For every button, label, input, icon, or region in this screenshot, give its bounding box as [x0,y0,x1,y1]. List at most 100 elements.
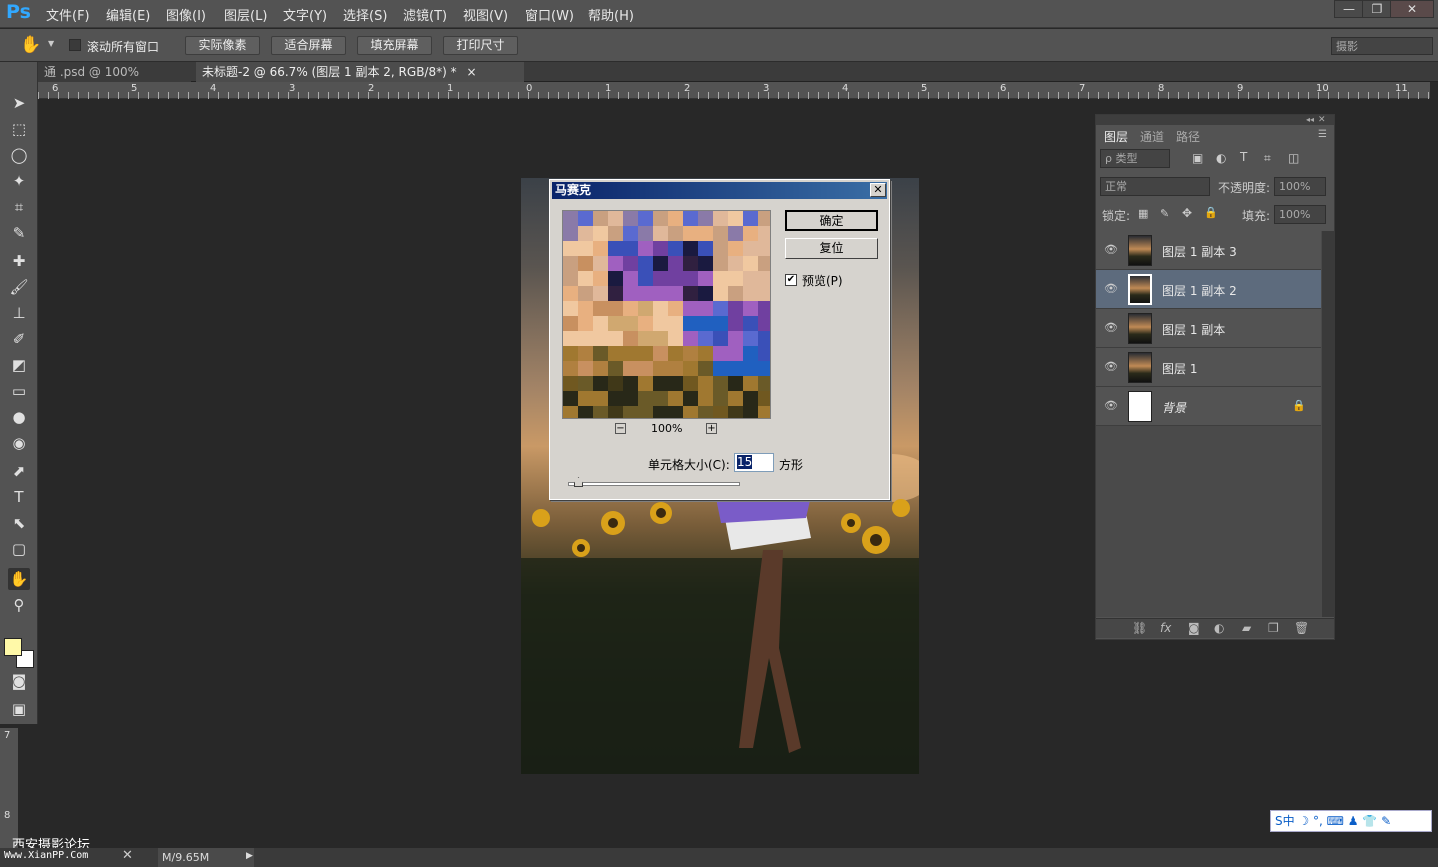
lock-transparent-icon[interactable]: ▦ [1138,207,1148,220]
panel-collapse-icon[interactable]: ◂◂ [1096,115,1334,125]
minimize-button[interactable]: — [1334,0,1364,18]
eye-icon[interactable]: 👁 [1104,243,1118,257]
actual-pixels-button[interactable]: 实际像素 [185,36,260,55]
type-tool-icon[interactable]: T [8,486,30,508]
blend-mode-select[interactable]: 正常 [1100,177,1210,196]
fill-input[interactable]: 100% [1274,205,1326,224]
layer-filter-select[interactable]: ρ 类型 [1100,149,1170,168]
tab-close-icon[interactable]: × [466,65,476,79]
new-layer-icon[interactable]: ❐ [1268,621,1279,635]
opacity-input[interactable]: 100% [1274,177,1326,196]
lasso-tool-icon[interactable]: ◯ [8,144,30,166]
fill-screen-button[interactable]: 填充屏幕 [357,36,432,55]
filter-type-icon[interactable]: T [1240,150,1247,164]
cell-size-slider-track[interactable] [568,482,740,486]
healing-tool-icon[interactable]: ✚ [8,250,30,272]
workspace-select[interactable]: 摄影 [1331,37,1433,55]
preview-checkbox[interactable]: ✔ [785,274,797,286]
menu-select[interactable]: 选择(S) [343,5,387,24]
layer-row-selected[interactable]: 👁 图层 1 副本 2 [1096,270,1321,309]
menu-type[interactable]: 文字(Y) [283,5,327,24]
layer-row[interactable]: 👁 图层 1 副本 [1096,309,1321,348]
print-size-button[interactable]: 打印尺寸 [443,36,518,55]
layers-scrollbar[interactable] [1322,231,1334,617]
fit-screen-button[interactable]: 适合屏幕 [271,36,346,55]
menu-view[interactable]: 视图(V) [463,5,508,24]
eye-icon[interactable]: 👁 [1104,321,1118,335]
scroll-all-checkbox[interactable] [69,39,81,51]
zoom-in-icon[interactable]: + [706,423,717,434]
eye-icon[interactable]: 👁 [1104,399,1118,413]
mosaic-preview[interactable] [562,210,771,419]
foreground-color-swatch[interactable] [4,638,22,656]
menu-window[interactable]: 窗口(W) [525,5,574,24]
history-brush-tool-icon[interactable]: ✐ [8,328,30,350]
eye-icon[interactable]: 👁 [1104,360,1118,374]
pen-tool-icon[interactable]: ⬈ [8,460,30,482]
ok-button[interactable]: 确定 [785,210,878,231]
layer-row-background[interactable]: 👁 背景 🔒 [1096,387,1321,426]
stamp-tool-icon[interactable]: ⊥ [8,302,30,324]
eraser-tool-icon[interactable]: ◩ [8,354,30,376]
close-button[interactable]: ✕ [1390,0,1434,18]
close-icon[interactable]: ✕ [870,183,886,197]
quick-mask-icon[interactable]: ◙ [8,670,30,692]
mosaic-cell [593,331,608,346]
tab-layers[interactable]: 图层 [1104,128,1128,145]
marquee-tool-icon[interactable]: ⬚ [8,118,30,140]
panel-close-icon[interactable]: ✕ [1318,115,1326,125]
layer-row[interactable]: 👁 图层 1 副本 3 [1096,231,1321,270]
filter-smart-icon[interactable]: ◫ [1288,151,1299,165]
menu-image[interactable]: 图像(I) [166,5,206,24]
trash-icon[interactable]: 🗑 [1294,621,1309,635]
zoom-out-icon[interactable]: − [615,423,626,434]
screen-mode-icon[interactable]: ▣ [8,698,30,720]
menu-help[interactable]: 帮助(H) [588,5,634,24]
cell-size-slider-handle[interactable] [574,477,583,487]
chevron-right-icon[interactable]: ▶ [246,851,253,861]
shape-tool-icon[interactable]: ▢ [8,538,30,560]
tab-paths[interactable]: 路径 [1176,128,1200,145]
menu-layer[interactable]: 图层(L) [224,5,267,24]
crop-tool-icon[interactable]: ⌗ [8,196,30,218]
panel-menu-icon[interactable]: ☰ [1318,129,1327,140]
chevron-down-icon[interactable]: ▼ [48,39,54,48]
tab-doc-2[interactable]: 未标题-2 @ 66.7% (图层 1 副本 2, RGB/8*) * × [196,62,524,82]
eyedropper-tool-icon[interactable]: ✎ [8,222,30,244]
path-select-tool-icon[interactable]: ⬉ [8,512,30,534]
reset-button[interactable]: 复位 [785,238,878,259]
folder-icon[interactable]: ▰ [1242,621,1251,635]
mosaic-cell [683,256,698,271]
tab-channels[interactable]: 通道 [1140,128,1164,145]
menu-file[interactable]: 文件(F) [46,5,90,24]
zoom-tool-icon[interactable]: ⚲ [8,594,30,616]
move-tool-icon[interactable]: ➤ [8,92,30,114]
gradient-tool-icon[interactable]: ▭ [8,380,30,402]
lock-pixels-icon[interactable]: ✎ [1160,207,1169,220]
dodge-tool-icon[interactable]: ◉ [8,432,30,454]
eye-icon[interactable]: 👁 [1104,282,1118,296]
layer-row[interactable]: 👁 图层 1 [1096,348,1321,387]
filter-pixel-icon[interactable]: ▣ [1192,151,1203,165]
close-icon[interactable]: ✕ [122,848,133,863]
restore-button[interactable]: ❐ [1362,0,1392,18]
adjustment-icon[interactable]: ◐ [1214,621,1224,635]
brush-tool-icon[interactable]: 🖌 [8,276,30,298]
cell-size-input[interactable]: 15 [734,453,774,472]
fx-icon[interactable]: fx [1160,621,1171,635]
mask-icon[interactable]: ◙ [1188,621,1200,635]
menu-edit[interactable]: 编辑(E) [106,5,150,24]
lock-position-icon[interactable]: ✥ [1182,206,1192,220]
filter-shape-icon[interactable]: ⌗ [1264,151,1271,166]
magic-wand-tool-icon[interactable]: ✦ [8,170,30,192]
blur-tool-icon[interactable]: ● [8,406,30,428]
menu-filter[interactable]: 滤镜(T) [403,5,447,24]
mosaic-cell [578,406,593,418]
filter-adjust-icon[interactable]: ◐ [1216,151,1226,165]
hand-icon[interactable]: ✋ [20,35,41,55]
link-icon[interactable]: ⛓ [1132,621,1147,635]
ime-toolbar[interactable]: S中 ☽ °, ⌨ ♟ 👕 ✎ [1270,810,1432,832]
tab-doc-1[interactable]: 通 .psd @ 100%(RGB/8) × [38,62,191,99]
lock-all-icon[interactable]: 🔒 [1204,206,1218,219]
hand-tool-icon[interactable]: ✋ [8,568,30,590]
